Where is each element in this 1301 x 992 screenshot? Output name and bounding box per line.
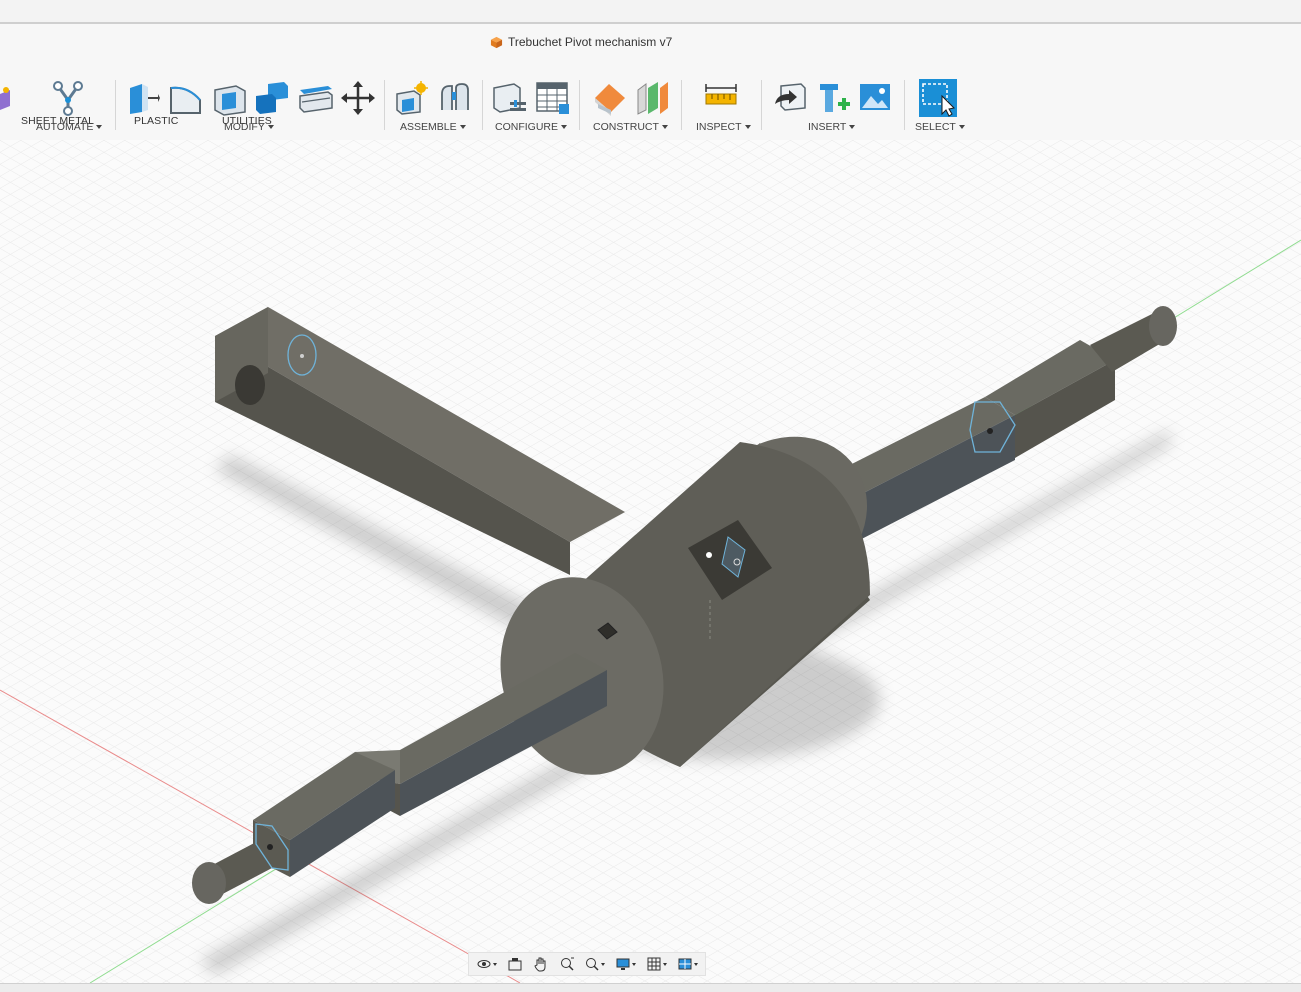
look-at-icon [508, 958, 522, 971]
select-icon[interactable] [918, 78, 958, 118]
automate-icon[interactable] [50, 80, 86, 116]
chevron-down-icon [958, 125, 965, 129]
fillet-icon[interactable] [168, 80, 204, 116]
navigation-bar [468, 952, 706, 976]
assemble-menu[interactable]: ASSEMBLE [400, 121, 466, 133]
chevron-down-icon [459, 125, 466, 129]
document-title: Trebuchet Pivot mechanism v7 [490, 34, 672, 50]
modify-label: MODIFY [224, 121, 265, 133]
replace-face-icon[interactable] [298, 80, 334, 116]
new-component-icon[interactable] [394, 80, 430, 116]
chevron-down-icon [632, 962, 637, 966]
insert-menu[interactable]: INSERT [808, 121, 856, 133]
pan-button[interactable] [533, 956, 549, 972]
chevron-down-icon [744, 125, 751, 129]
configure-menu[interactable]: CONFIGURE [495, 121, 567, 133]
toolbar-divider [115, 80, 116, 130]
toolbar-divider [904, 80, 905, 130]
document-cube-icon [490, 36, 503, 48]
insert-derive-icon[interactable] [773, 80, 809, 116]
configuration-table-icon[interactable] [535, 80, 571, 116]
chevron-down-icon [663, 962, 668, 966]
display-settings-icon [616, 958, 630, 970]
configure-label: CONFIGURE [495, 121, 558, 133]
zoom-button[interactable] [559, 956, 575, 972]
modify-menu[interactable]: MODIFY [224, 121, 274, 133]
toolbar-divider [579, 80, 580, 130]
sketch-partial-icon[interactable] [0, 84, 12, 112]
chevron-down-icon [96, 125, 103, 129]
look-at-button[interactable] [507, 956, 523, 972]
grid-settings-button[interactable] [646, 956, 668, 972]
chevron-down-icon [661, 125, 668, 129]
toolbar: SHEET METAL PLASTIC UTILITIES AUTOMATE M… [0, 56, 1301, 140]
select-menu[interactable]: SELECT [915, 121, 965, 133]
insert-canvas-icon[interactable] [858, 80, 892, 116]
chevron-down-icon [267, 125, 274, 129]
inspect-label: INSPECT [696, 121, 742, 133]
combine-icon[interactable] [254, 80, 290, 116]
measure-icon[interactable] [704, 80, 740, 116]
chevron-down-icon [601, 962, 606, 966]
automate-label: AUTOMATE [36, 121, 94, 133]
select-label: SELECT [915, 121, 956, 133]
canvas-viewport[interactable] [0, 140, 1301, 983]
offset-plane-icon[interactable] [592, 80, 628, 116]
orbit-button[interactable] [476, 956, 497, 972]
app-top-strip [0, 0, 1301, 24]
construct-menu[interactable]: CONSTRUCT [593, 121, 668, 133]
zoom-window-icon [586, 958, 599, 971]
title-bar: Trebuchet Pivot mechanism v7 [0, 24, 1301, 56]
arm-hole [235, 365, 265, 405]
model-canvas[interactable] [0, 140, 1301, 983]
viewports-button[interactable] [677, 956, 699, 972]
shell-icon[interactable] [212, 80, 248, 116]
midplane-icon[interactable] [636, 80, 672, 116]
document-title-text: Trebuchet Pivot mechanism v7 [508, 35, 673, 49]
display-settings-button[interactable] [615, 956, 637, 972]
viewports-icon [678, 958, 692, 970]
configure-icon[interactable] [492, 80, 528, 116]
pan-icon [534, 957, 546, 972]
tab-plastic[interactable]: PLASTIC [134, 115, 178, 129]
toolbar-divider [384, 80, 385, 130]
joint-icon[interactable] [438, 80, 472, 116]
automate-menu[interactable]: AUTOMATE [36, 121, 103, 133]
chevron-down-icon [694, 962, 699, 966]
chevron-down-icon [492, 962, 497, 966]
move-icon[interactable] [340, 80, 376, 116]
insert-mcmaster-icon[interactable] [816, 80, 852, 116]
chevron-down-icon [849, 125, 856, 129]
zoom-window-button[interactable] [584, 956, 606, 972]
insert-label: INSERT [808, 121, 847, 133]
inspect-menu[interactable]: INSPECT [696, 121, 751, 133]
assemble-label: ASSEMBLE [400, 121, 457, 133]
construct-label: CONSTRUCT [593, 121, 659, 133]
toolbar-divider [482, 80, 483, 130]
toolbar-divider [681, 80, 682, 130]
chevron-down-icon [561, 125, 567, 129]
grid-settings-icon [647, 957, 661, 971]
press-pull-icon[interactable] [126, 80, 160, 116]
toolbar-divider [761, 80, 762, 130]
orbit-icon [477, 960, 491, 968]
zoom-icon [560, 957, 574, 971]
